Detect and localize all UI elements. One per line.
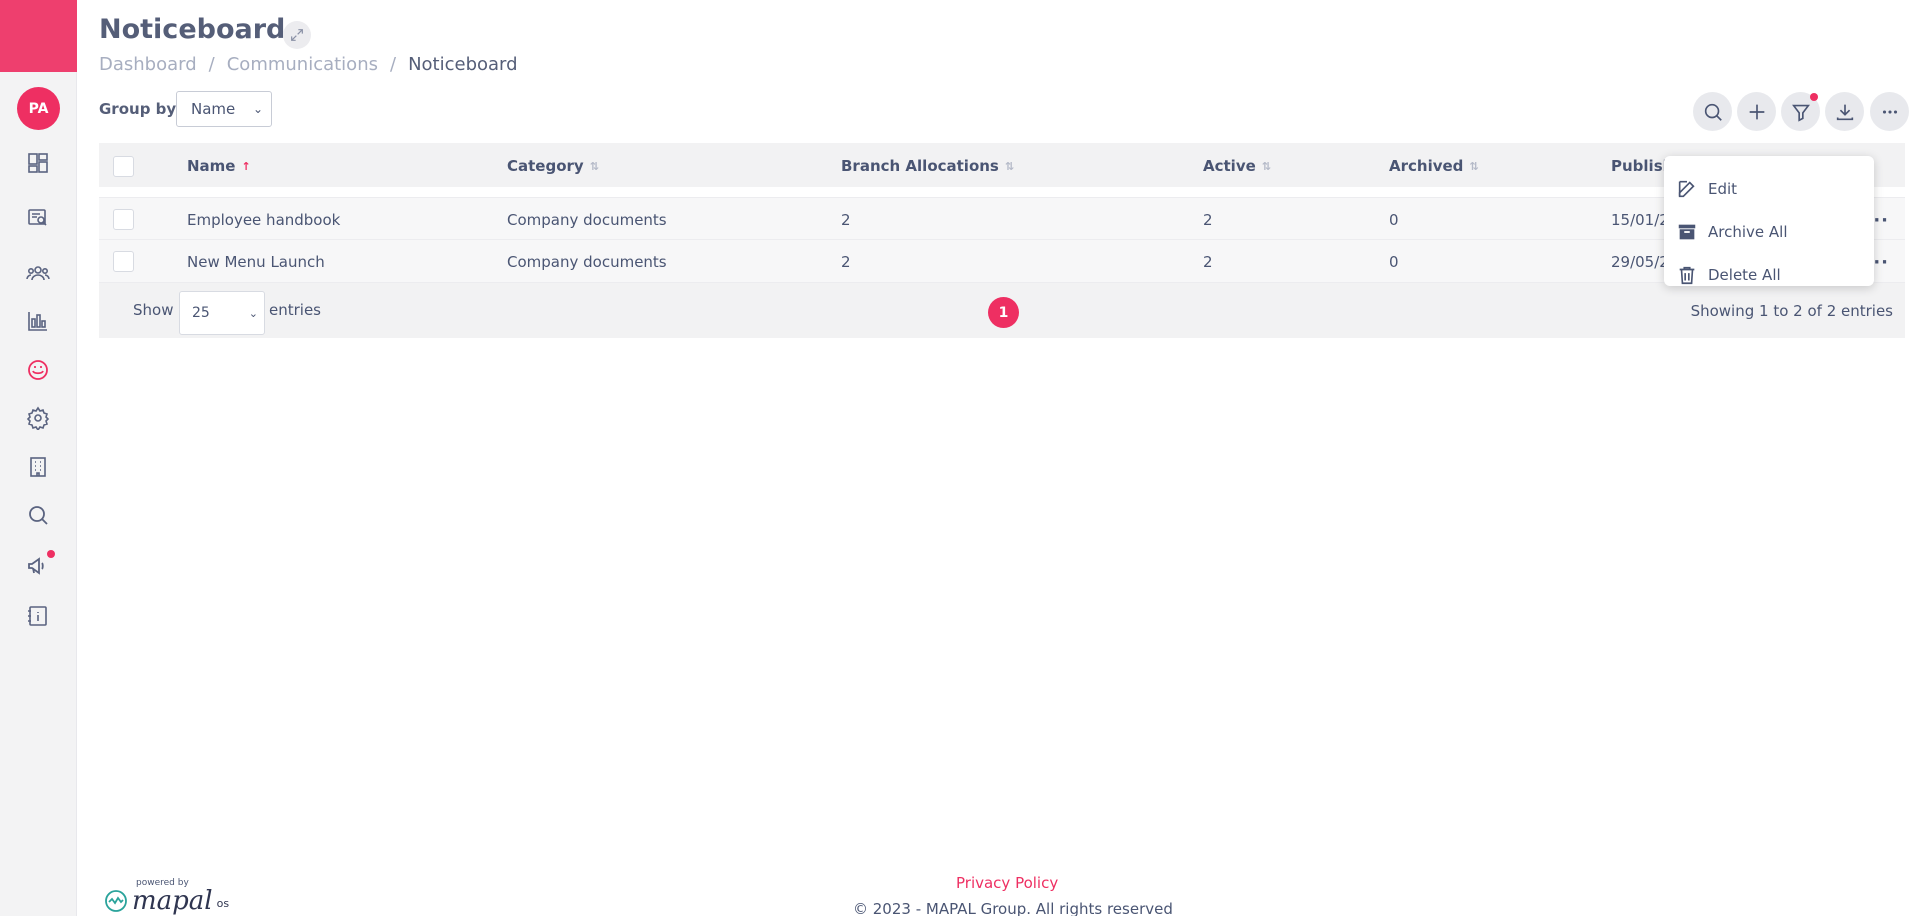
menu-item-archive-all-label: Archive All — [1708, 223, 1788, 241]
filter-active-dot — [1810, 93, 1818, 101]
search-icon — [1704, 103, 1722, 121]
gear-icon[interactable] — [24, 404, 52, 432]
cell-archived: 0 — [1389, 252, 1399, 271]
page-size-select[interactable]: 25 ⌄ — [179, 291, 265, 335]
table-footer: Show 25 ⌄ entries 1 Showing 1 to 2 of 2 … — [99, 283, 1905, 338]
brand-suffix: os — [216, 896, 230, 910]
show-label: Show — [133, 301, 174, 319]
breadcrumb: Dashboard / Communications / Noticeboard — [99, 54, 518, 75]
column-active-label: Active — [1203, 157, 1256, 175]
breadcrumb-dashboard[interactable]: Dashboard — [99, 54, 197, 75]
menu-item-delete-all[interactable]: Delete All — [1676, 260, 1781, 290]
search-icon[interactable] — [24, 501, 52, 529]
cell-category: Company documents — [507, 210, 667, 229]
download-icon — [1836, 104, 1853, 120]
cell-name[interactable]: New Menu Launch — [187, 240, 325, 283]
cell-published: 29/05/2 — [1611, 252, 1669, 271]
column-name-label: Name — [187, 157, 236, 175]
expand-button[interactable] — [283, 21, 311, 49]
page-title: Noticeboard — [99, 14, 286, 45]
filter-button[interactable] — [1781, 92, 1820, 131]
download-button[interactable] — [1825, 92, 1864, 131]
column-category[interactable]: Category ⇅ — [507, 143, 599, 189]
column-branch-allocations-label: Branch Allocations — [841, 157, 999, 175]
megaphone-icon[interactable] — [24, 550, 55, 580]
page-size-value: 25 — [192, 305, 210, 321]
menu-item-archive-all[interactable]: Archive All — [1676, 217, 1788, 247]
cell-name[interactable]: Employee handbook — [187, 198, 340, 241]
row-checkbox[interactable] — [113, 251, 134, 272]
sort-icon: ⇅ — [1004, 159, 1015, 173]
more-options-menu: Edit Archive All Delete All — [1664, 156, 1874, 286]
column-branch-allocations[interactable]: Branch Allocations ⇅ — [841, 143, 1014, 189]
expand-icon — [291, 29, 303, 41]
group-by-select[interactable]: Name ⌄ — [176, 91, 272, 127]
edit-icon — [1678, 180, 1695, 198]
chevron-down-icon: ⌄ — [248, 307, 258, 320]
noticeboard-table: Name ↑ Category ⇅ Branch Allocations ⇅ Acti… — [99, 143, 1905, 338]
cell-branch-allocations: 2 — [841, 210, 851, 229]
smile-icon[interactable] — [24, 356, 52, 384]
breadcrumb-communications[interactable]: Communications — [227, 54, 378, 75]
powered-by-logo: powered by mapal os — [104, 878, 229, 916]
sort-icon: ⇅ — [1469, 159, 1479, 173]
column-active[interactable]: Active ⇅ — [1203, 143, 1271, 189]
chevron-down-icon: ⌄ — [252, 102, 263, 116]
avatar[interactable]: PA — [17, 87, 60, 130]
brand-logo: mapal os — [104, 886, 229, 916]
select-all-checkbox[interactable] — [113, 156, 134, 177]
entries-label: entries — [269, 301, 321, 319]
more-icon — [1882, 109, 1897, 114]
table-row[interactable]: New Menu Launch Company documents 2 2 0 … — [99, 240, 1905, 283]
table-header: Name ↑ Category ⇅ Branch Allocations ⇅ Acti… — [99, 143, 1905, 189]
entries-summary: Showing 1 to 2 of 2 entries — [1690, 302, 1893, 320]
table-row[interactable]: Employee handbook Company documents 2 2 … — [99, 197, 1905, 240]
table-body: Employee handbook Company documents 2 2 … — [99, 197, 1905, 283]
search-document-icon[interactable] — [24, 204, 52, 232]
copyright-text: © 2023 - MAPAL Group. All rights reserve… — [853, 900, 1173, 916]
mapal-logo-icon — [105, 890, 127, 912]
sort-asc-icon: ↑ — [241, 159, 251, 173]
dashboard-icon[interactable] — [24, 149, 52, 177]
plus-icon — [1749, 104, 1764, 119]
brand-bar — [0, 0, 77, 72]
group-by-label: Group by: — [99, 100, 183, 118]
menu-item-delete-all-label: Delete All — [1708, 266, 1781, 284]
info-book-icon[interactable] — [24, 602, 52, 630]
people-icon[interactable] — [24, 259, 52, 287]
sort-icon: ⇅ — [589, 159, 599, 173]
column-name[interactable]: Name ↑ — [187, 143, 251, 189]
search-button[interactable] — [1693, 92, 1732, 131]
breadcrumb-separator: / — [208, 54, 215, 75]
menu-item-edit-label: Edit — [1708, 180, 1738, 198]
column-category-label: Category — [507, 157, 584, 175]
more-button[interactable] — [1870, 92, 1909, 131]
breadcrumb-separator: / — [390, 54, 397, 75]
menu-item-edit[interactable]: Edit — [1676, 174, 1737, 204]
add-button[interactable] — [1737, 92, 1776, 131]
sidebar: PA — [0, 0, 77, 916]
column-archived[interactable]: Archived ⇅ — [1389, 143, 1479, 189]
archive-icon — [1678, 224, 1696, 240]
sort-icon: ⇅ — [1261, 159, 1271, 173]
cell-category: Company documents — [507, 252, 667, 271]
privacy-policy-link[interactable]: Privacy Policy — [956, 874, 1058, 892]
group-by-value: Name — [191, 100, 236, 118]
page-1-button[interactable]: 1 — [988, 297, 1019, 328]
cell-active: 2 — [1203, 252, 1213, 271]
brand-name: mapal — [132, 886, 213, 916]
breadcrumb-current: Noticeboard — [408, 54, 518, 75]
notification-dot — [47, 550, 55, 558]
building-icon[interactable] — [24, 453, 52, 481]
filter-icon — [1791, 104, 1810, 122]
trash-icon — [1679, 266, 1695, 285]
column-archived-label: Archived — [1389, 157, 1464, 175]
cell-archived: 0 — [1389, 210, 1399, 229]
cell-active: 2 — [1203, 210, 1213, 229]
chart-icon[interactable] — [24, 307, 52, 335]
row-checkbox[interactable] — [113, 209, 134, 230]
cell-branch-allocations: 2 — [841, 252, 851, 271]
